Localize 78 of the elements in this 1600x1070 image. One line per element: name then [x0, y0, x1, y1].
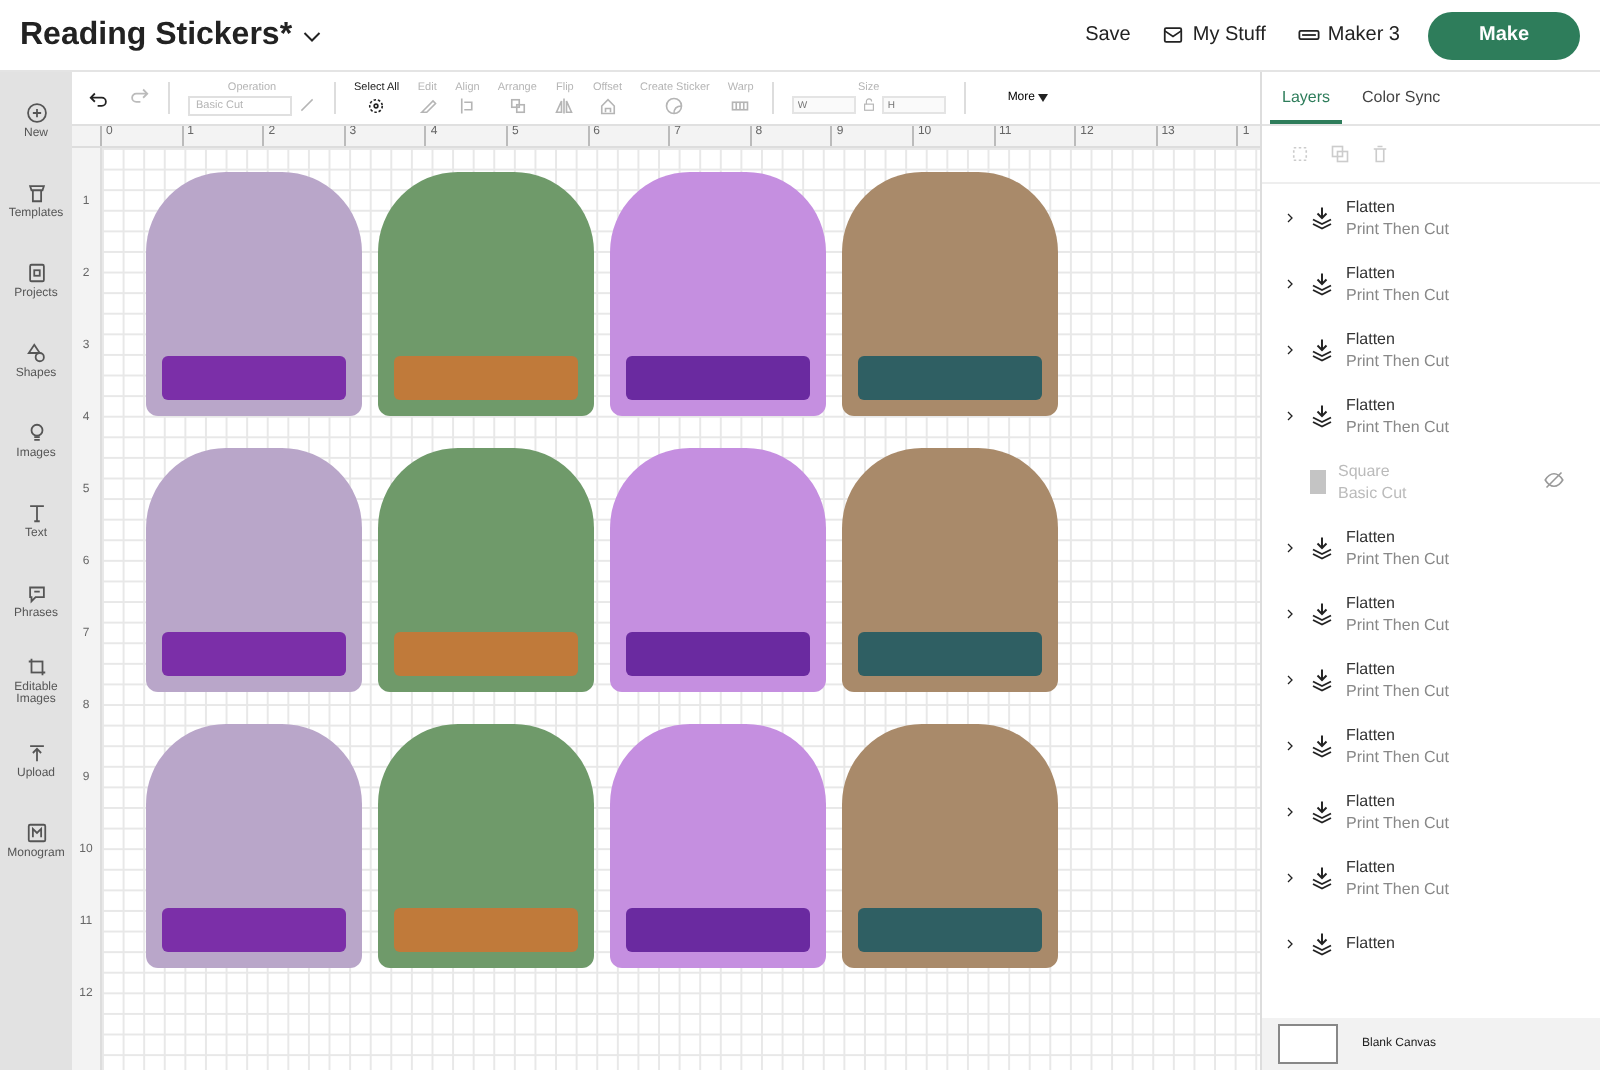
chevron-right-icon	[1282, 605, 1298, 621]
monogram-icon	[25, 821, 47, 843]
chevron-right-icon	[1282, 539, 1298, 555]
chevron-right-icon	[1282, 737, 1298, 753]
duplicate-icon	[1330, 144, 1350, 164]
make-button[interactable]: Make	[1428, 11, 1580, 59]
layer-item[interactable]: Flatten Print Then Cut	[1262, 580, 1600, 646]
project-title[interactable]: Reading Stickers*	[20, 17, 293, 53]
layers-icon	[1310, 535, 1334, 559]
redo-icon	[128, 84, 150, 106]
layers-icon	[1310, 733, 1334, 757]
speech-bubble-icon	[25, 581, 47, 603]
layer-item[interactable]: Flatten Print Then Cut	[1262, 250, 1600, 316]
layer-item[interactable]: Flatten Print Then Cut	[1262, 712, 1600, 778]
layer-item[interactable]: Flatten	[1262, 910, 1600, 976]
layer-item[interactable]: Flatten Print Then Cut	[1262, 646, 1600, 712]
chevron-right-icon	[1282, 275, 1298, 291]
layers-icon	[1310, 601, 1334, 625]
sticker-illustration[interactable]	[842, 172, 1058, 416]
sticker-illustration[interactable]	[610, 172, 826, 416]
canvas-swatch[interactable]	[1278, 1024, 1338, 1064]
layers-icon	[1310, 271, 1334, 295]
group-icon	[1290, 144, 1310, 164]
machine-button[interactable]: Maker 3	[1297, 24, 1400, 46]
layers-icon	[1310, 337, 1334, 361]
layer-item[interactable]: Flatten Print Then Cut	[1262, 514, 1600, 580]
lightbulb-icon	[25, 421, 47, 443]
trash-icon	[1370, 144, 1390, 164]
sticker-illustration[interactable]	[610, 724, 826, 968]
chevron-right-icon	[1282, 671, 1298, 687]
layer-item[interactable]: Flatten Print Then Cut	[1262, 316, 1600, 382]
layer-item[interactable]: Flatten Print Then Cut	[1262, 382, 1600, 448]
layers-icon	[1310, 799, 1334, 823]
sticker-icon	[664, 95, 685, 115]
eye-slash-icon	[1544, 469, 1564, 489]
machine-icon	[1297, 24, 1320, 46]
layers-icon	[1310, 865, 1334, 889]
layers-icon	[1310, 205, 1334, 229]
panel-tab[interactable]: Color Sync	[1350, 72, 1453, 124]
chevron-right-icon	[1282, 869, 1298, 885]
pen-icon	[298, 96, 316, 114]
caret-down-icon	[1038, 94, 1049, 102]
layers-icon	[1310, 667, 1334, 691]
flip-icon	[554, 95, 575, 115]
chevron-right-icon	[1282, 407, 1298, 423]
sticker-illustration[interactable]	[842, 448, 1058, 692]
my-stuff-button[interactable]: My Stuff	[1162, 24, 1266, 46]
chevron-right-icon	[1282, 341, 1298, 357]
layer-item[interactable]: Flatten Print Then Cut	[1262, 844, 1600, 910]
align-icon	[457, 95, 478, 115]
sticker-illustration[interactable]	[146, 172, 362, 416]
chevron-right-icon	[1282, 935, 1298, 951]
warp-icon	[730, 95, 751, 115]
undo-icon	[88, 87, 110, 109]
shapes-icon	[25, 341, 47, 363]
lock-icon	[861, 98, 876, 112]
new-icon	[25, 101, 47, 123]
select-all-icon	[366, 95, 387, 115]
sticker-illustration[interactable]	[146, 724, 362, 968]
sticker-illustration[interactable]	[842, 724, 1058, 968]
envelope-icon	[1162, 24, 1185, 46]
upload-icon	[25, 741, 47, 763]
sticker-illustration[interactable]	[610, 448, 826, 692]
layer-item[interactable]: Flatten Print Then Cut	[1262, 778, 1600, 844]
layers-icon	[1310, 931, 1334, 955]
chevron-right-icon	[1282, 803, 1298, 819]
layer-item[interactable]: Flatten Print Then Cut	[1262, 184, 1600, 250]
project-icon	[25, 261, 47, 283]
square-swatch-icon	[1310, 469, 1326, 493]
text-icon	[25, 501, 47, 523]
panel-tab[interactable]: Layers	[1270, 72, 1343, 124]
chevron-right-icon	[1282, 209, 1298, 225]
layers-icon	[1310, 403, 1334, 427]
sticker-illustration[interactable]	[146, 448, 362, 692]
crop-icon	[25, 655, 47, 677]
arrange-icon	[507, 95, 528, 115]
save-button[interactable]: Save	[1085, 24, 1131, 46]
pencil-icon	[417, 95, 438, 115]
